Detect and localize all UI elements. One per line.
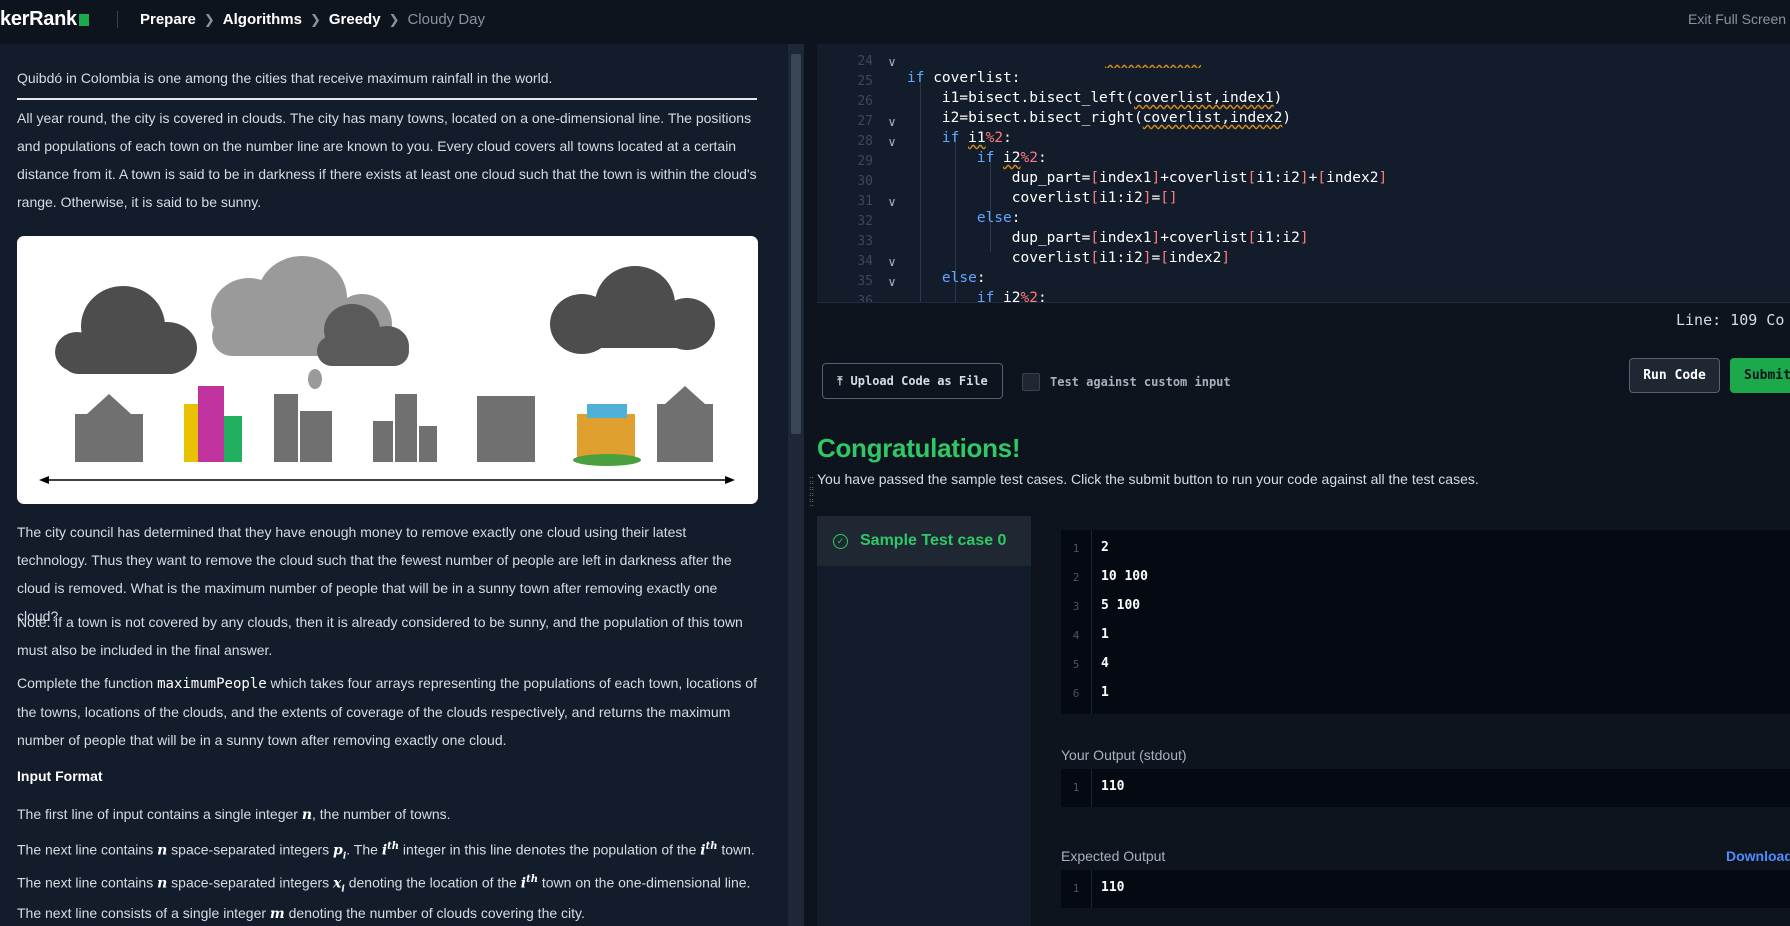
drag-handle-icon[interactable]: :::::::::: bbox=[809, 475, 814, 508]
exit-fullscreen-link[interactable]: Exit Full Screen V bbox=[1688, 11, 1790, 27]
input-format-heading: Input Format bbox=[17, 768, 103, 784]
chevron-right-icon: ❯ bbox=[388, 11, 400, 27]
logo-square-icon bbox=[78, 13, 89, 26]
breadcrumb-current: Cloudy Day bbox=[407, 11, 486, 28]
function-name: maximumPeople bbox=[157, 676, 267, 692]
cloud-towns-image bbox=[39, 256, 735, 484]
breadcrumb-prepare[interactable]: Prepare bbox=[140, 11, 196, 28]
hackerrank-logo[interactable]: kerRank bbox=[0, 8, 89, 31]
building-icon bbox=[657, 386, 713, 462]
your-output-box: 1 110 bbox=[1061, 769, 1790, 807]
chevron-right-icon: ❯ bbox=[309, 11, 321, 27]
fold-chevron-icon[interactable]: ∨ bbox=[877, 112, 907, 132]
cloud-icon bbox=[55, 286, 197, 374]
scrollbar-thumb[interactable] bbox=[791, 54, 801, 434]
result-title: Congratulations! bbox=[817, 433, 1021, 463]
problem-paragraph-1: All year round, the city is covered in c… bbox=[17, 110, 757, 210]
result-subtitle: You have passed the sample test cases. C… bbox=[817, 471, 1479, 487]
input-format-line-1: The first line of input contains a singl… bbox=[17, 806, 451, 823]
breadcrumb: Prepare ❯ Algorithms ❯ Greedy ❯ Cloudy D… bbox=[140, 11, 485, 28]
breadcrumb-greedy[interactable]: Greedy bbox=[329, 11, 381, 28]
your-output-label: Your Output (stdout) bbox=[1061, 747, 1187, 763]
input-format-line-2: The next line contains n space-separated… bbox=[17, 841, 755, 862]
breadcrumb-algorithms[interactable]: Algorithms bbox=[223, 11, 302, 28]
building-icon bbox=[75, 394, 143, 462]
testcase-sidebar bbox=[817, 516, 1031, 926]
code-content[interactable]: if coverlist: i1=bisect.bisect_left(cove… bbox=[907, 44, 1387, 302]
check-circle-icon: ✓ bbox=[833, 533, 848, 549]
download-link[interactable]: Download bbox=[1726, 848, 1790, 864]
top-bar: kerRank Prepare ❯ Algorithms ❯ Greedy ❯ … bbox=[0, 0, 1790, 39]
input-format-line-4: The next line consists of a single integ… bbox=[17, 905, 585, 922]
problem-scrollbar[interactable] bbox=[788, 44, 804, 926]
building-icon bbox=[477, 396, 535, 462]
input-format-line-3: The next line contains n space-separated… bbox=[17, 874, 751, 895]
building-icon bbox=[274, 394, 332, 462]
testcase-tab-0[interactable]: ✓ Sample Test case 0 bbox=[817, 516, 1031, 566]
chevron-right-icon: ❯ bbox=[203, 11, 215, 27]
logo-separator bbox=[117, 11, 118, 28]
custom-input-checkbox[interactable] bbox=[1022, 373, 1040, 391]
fold-chevron-icon[interactable]: ∨ bbox=[877, 272, 907, 292]
custom-input-toggle[interactable]: Test against custom input bbox=[1022, 373, 1231, 391]
upload-code-button[interactable]: ⤒ Upload Code as File bbox=[822, 363, 1003, 399]
upload-icon: ⤒ bbox=[837, 373, 843, 388]
input-box: 12 2 10 100 35 100 41 54 61 bbox=[1061, 530, 1790, 714]
expected-output-label: Expected Output bbox=[1061, 848, 1166, 864]
expected-output-box: 1 110 bbox=[1061, 870, 1790, 908]
testcase-label: Sample Test case 0 bbox=[860, 532, 1007, 549]
cloud-icon bbox=[550, 266, 715, 354]
cloudy-day-illustration bbox=[17, 236, 758, 504]
problem-note: Note: If a town is not covered by any cl… bbox=[17, 614, 743, 658]
problem-intro: Quibdó in Colombia is one among the citi… bbox=[17, 64, 757, 100]
problem-paragraph-function: Complete the function maximumPeople whic… bbox=[17, 675, 757, 748]
fold-chevron-icon[interactable]: ∨ bbox=[877, 52, 907, 72]
fold-gutter: ∨ ∨ ∨ ∨ ∨ ∨ bbox=[877, 44, 907, 302]
cursor-position: Line: 109 Co bbox=[1676, 311, 1785, 329]
submit-code-button[interactable]: Submit bbox=[1730, 358, 1790, 393]
fold-chevron-icon[interactable]: ∨ bbox=[877, 252, 907, 272]
line-number-gutter: 24 25 26 27 28 29 30 31 32 33 34 35 36 bbox=[857, 54, 873, 302]
apartment-icon bbox=[573, 404, 641, 466]
run-code-button[interactable]: Run Code bbox=[1629, 358, 1720, 393]
custom-input-label: Test against custom input bbox=[1050, 375, 1231, 389]
code-editor[interactable]: 24 25 26 27 28 29 30 31 32 33 34 35 36 ∨… bbox=[817, 44, 1790, 302]
editor-status-bar: Line: 109 Co bbox=[817, 302, 1790, 336]
colorful-building-icon bbox=[184, 386, 242, 462]
building-icon bbox=[373, 394, 437, 462]
fold-chevron-icon[interactable]: ∨ bbox=[877, 132, 907, 152]
fold-chevron-icon[interactable]: ∨ bbox=[877, 192, 907, 212]
